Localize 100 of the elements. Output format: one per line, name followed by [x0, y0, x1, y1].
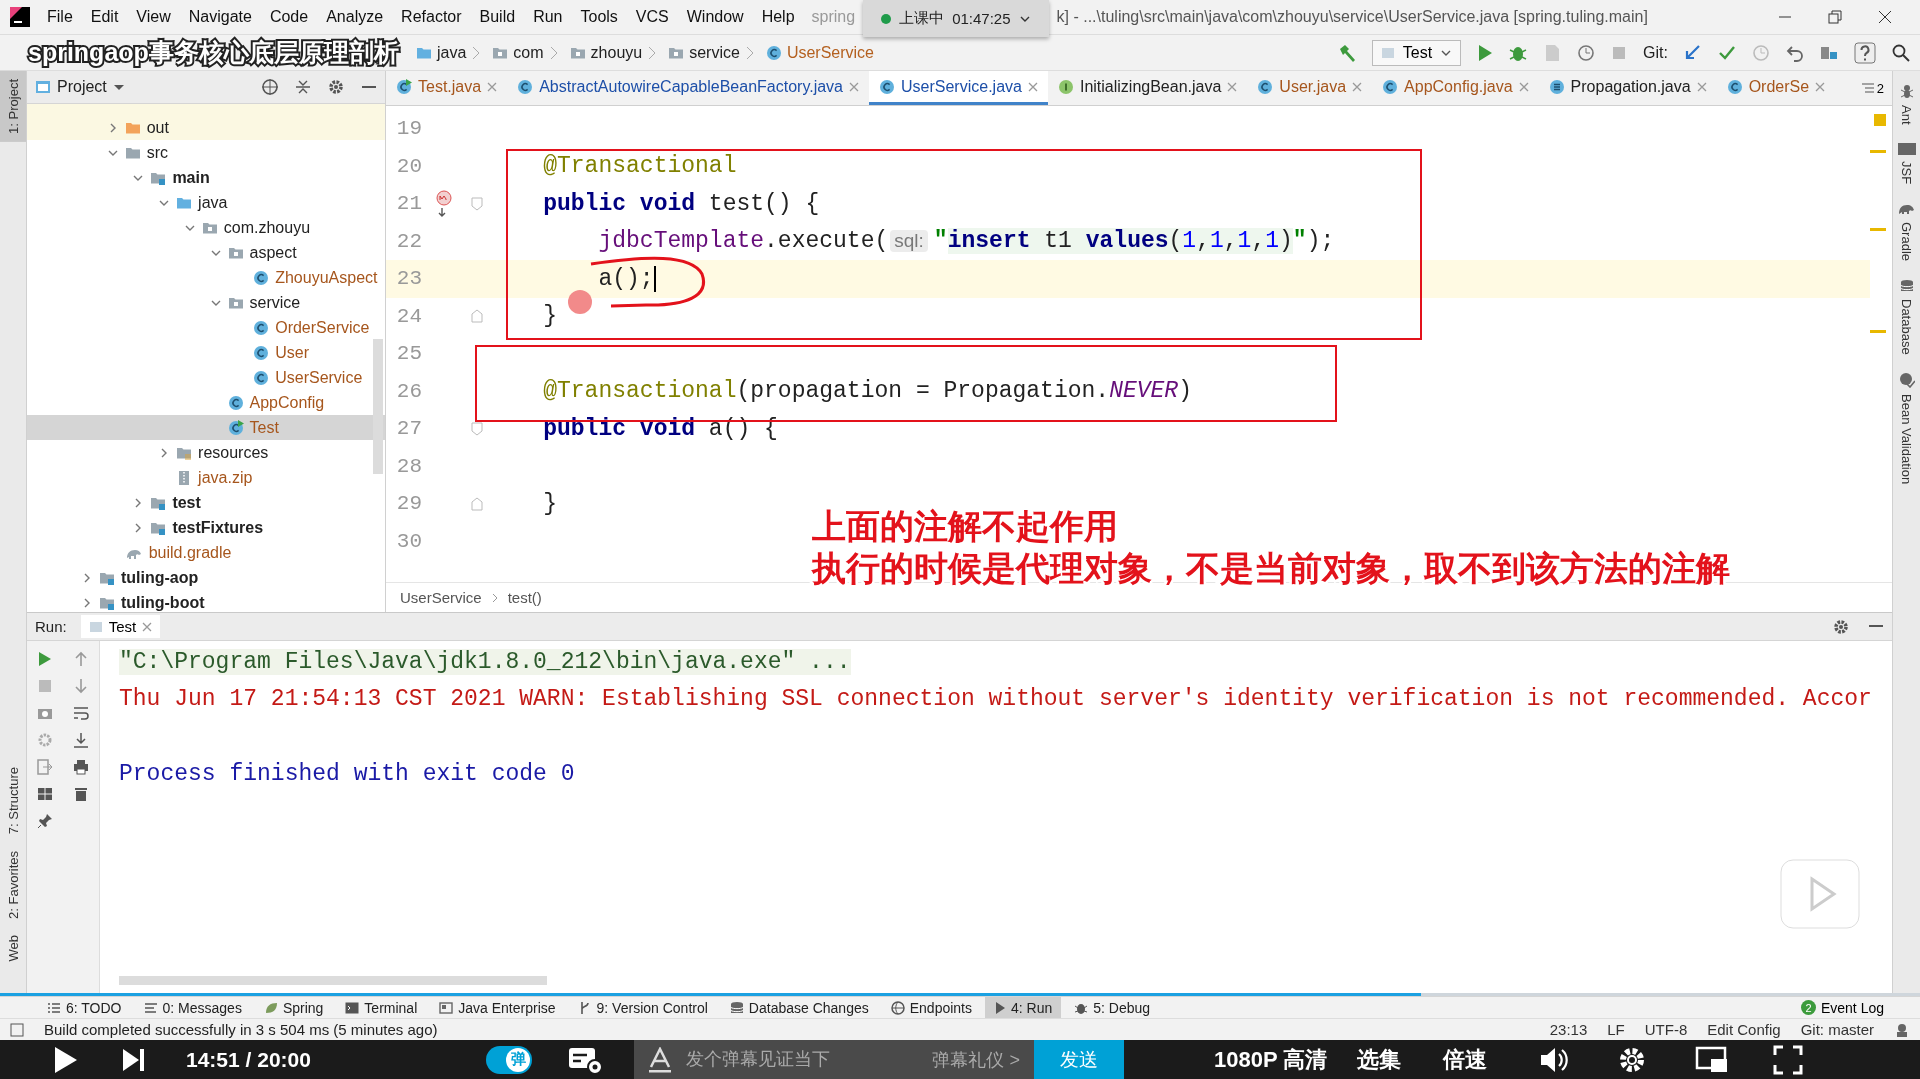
settings-icon[interactable] — [327, 78, 345, 96]
tool-window-tab[interactable]: 2: Favorites — [0, 842, 26, 927]
tree-item[interactable]: com.zhouyu — [27, 215, 385, 240]
menu-item[interactable]: Refactor — [392, 8, 471, 26]
tool-window-tab[interactable]: Web — [0, 926, 26, 969]
tree-item[interactable]: ZhouyuAspect — [27, 265, 385, 290]
menu-item[interactable]: VCS — [626, 8, 678, 26]
tree-item[interactable]: java.zip — [27, 465, 385, 490]
crosshair-icon[interactable] — [261, 78, 279, 96]
tool-window-button[interactable]: Endpoints — [881, 997, 981, 1018]
menu-item[interactable]: Navigate — [179, 8, 261, 26]
tree-item[interactable]: src — [27, 140, 385, 165]
warning-marker[interactable] — [1870, 228, 1886, 231]
tool-window-button[interactable]: 6: TODO — [38, 997, 131, 1018]
breadcrumb-item[interactable]: com — [486, 42, 550, 63]
tree-item[interactable]: resources — [27, 440, 385, 465]
wrap-icon[interactable] — [73, 705, 89, 720]
breadcrumb-item[interactable]: zhouyu — [563, 42, 649, 63]
tool-window-button[interactable]: Java Enterprise — [430, 997, 565, 1018]
undo-icon[interactable] — [1786, 43, 1804, 62]
restore-icon[interactable] — [1828, 10, 1842, 24]
tree-item[interactable]: out — [27, 115, 385, 140]
next-icon[interactable] — [120, 1046, 146, 1073]
tool-window-tab[interactable]: Database — [1899, 278, 1914, 355]
download-icon[interactable] — [73, 731, 89, 748]
breadcrumb-item[interactable]: java — [410, 42, 473, 63]
fold-icon[interactable] — [471, 421, 483, 436]
printer-icon[interactable] — [73, 758, 89, 775]
editor-tab[interactable]: Propagation.java — [1538, 71, 1717, 105]
tool-window-tab[interactable]: 1: Project — [0, 71, 26, 142]
warning-marker[interactable] — [1870, 330, 1886, 333]
speed-button[interactable]: 倍速 — [1443, 1044, 1488, 1075]
menu-item[interactable]: Analyze — [317, 8, 393, 26]
edit-config-button[interactable]: Edit Config — [1707, 1021, 1781, 1038]
tree-item[interactable]: aspect — [27, 240, 385, 265]
run-config-dropdown[interactable]: Test — [1371, 39, 1462, 66]
tree-item[interactable]: Test — [27, 415, 385, 440]
etiquette-link[interactable]: 弹幕礼仪 > — [932, 1047, 1034, 1072]
tree-item[interactable]: tuling-boot — [27, 590, 385, 612]
line-separator[interactable]: LF — [1607, 1021, 1625, 1038]
warning-marker[interactable] — [1870, 150, 1886, 153]
project-view-dropdown[interactable]: Project — [35, 78, 125, 96]
collapse-icon[interactable] — [295, 79, 311, 95]
warning-marker[interactable] — [1874, 114, 1886, 126]
trash-icon[interactable] — [74, 785, 88, 802]
tree-item[interactable]: AppConfig — [27, 390, 385, 415]
pin-icon[interactable] — [37, 812, 53, 829]
git-branch[interactable]: Git: master — [1800, 1021, 1874, 1038]
menu-item[interactable]: Tools — [571, 8, 627, 26]
up-arrow-icon[interactable] — [74, 650, 88, 667]
tree-item[interactable]: test — [27, 490, 385, 515]
editor-tab[interactable]: OrderSe — [1716, 71, 1836, 105]
menu-item[interactable]: View — [127, 8, 180, 26]
exit-icon[interactable] — [37, 758, 53, 775]
tree-item[interactable]: tuling-aop — [27, 565, 385, 590]
tree-item[interactable]: java — [27, 190, 385, 215]
settings-icon[interactable] — [1832, 617, 1850, 636]
file-encoding[interactable]: UTF-8 — [1644, 1021, 1688, 1038]
menu-item[interactable]: Code — [260, 8, 318, 26]
menu-item[interactable]: Edit — [81, 8, 128, 26]
tree-item[interactable]: service — [27, 290, 385, 315]
danmaku-input[interactable]: 发个弹幕见证当下 弹幕礼仪 > — [634, 1040, 1034, 1079]
volume-icon[interactable] — [1539, 1045, 1570, 1074]
text-style-icon[interactable] — [648, 1046, 672, 1073]
tool-window-button[interactable]: 5: Debug — [1065, 997, 1160, 1018]
editor-tab[interactable]: User.java — [1247, 71, 1373, 105]
tab-overflow-button[interactable]: 2 — [1853, 71, 1892, 105]
hammer-icon[interactable] — [1337, 43, 1356, 62]
tool-window-tab[interactable]: Gradle — [1897, 201, 1916, 261]
layout-icon[interactable] — [37, 786, 53, 801]
menu-item[interactable]: File — [38, 8, 82, 26]
tool-window-button[interactable]: 4: Run — [985, 997, 1062, 1018]
caret-position[interactable]: 23:13 — [1549, 1021, 1588, 1038]
tool-window-tab[interactable]: 7: Structure — [0, 759, 26, 843]
tool-window-tab[interactable]: JSF — [1897, 142, 1916, 184]
tool-window-button[interactable]: Database Changes — [720, 997, 878, 1018]
editor-tab[interactable]: UserService.java — [869, 71, 1048, 105]
tool-window-button[interactable]: Terminal — [336, 997, 427, 1018]
fullscreen-icon[interactable] — [1773, 1044, 1804, 1075]
quality-selector[interactable]: 1080P 高清 — [1214, 1044, 1328, 1075]
close-icon[interactable] — [1878, 10, 1892, 24]
down-arrow-icon[interactable] — [74, 677, 88, 694]
update-arrow-icon[interactable] — [1684, 43, 1702, 62]
tool-window-button[interactable]: Spring — [254, 997, 333, 1018]
picture-in-picture-icon[interactable] — [1695, 1045, 1730, 1074]
rerun-icon[interactable] — [38, 650, 52, 667]
tree-item[interactable]: User — [27, 340, 385, 365]
tool-window-button[interactable]: 9: Version Control — [568, 997, 717, 1018]
breadcrumb-item[interactable]: test() — [507, 589, 542, 606]
tool-window-button[interactable]: 0: Messages — [134, 997, 251, 1018]
tree-item[interactable]: UserService — [27, 365, 385, 390]
search-icon[interactable] — [1892, 43, 1910, 62]
profiler-icon[interactable] — [1577, 43, 1596, 62]
breadcrumb-item[interactable]: UserService — [759, 42, 880, 63]
event-log-button[interactable]: 2 Event Log — [1794, 998, 1890, 1017]
tool-window-tab[interactable]: Ant — [1898, 83, 1915, 125]
horizontal-scrollbar[interactable] — [119, 976, 547, 985]
tree-item[interactable]: main — [27, 165, 385, 190]
menu-item[interactable]: Window — [677, 8, 753, 26]
editor-tab[interactable]: InitializingBean.java — [1047, 71, 1248, 105]
